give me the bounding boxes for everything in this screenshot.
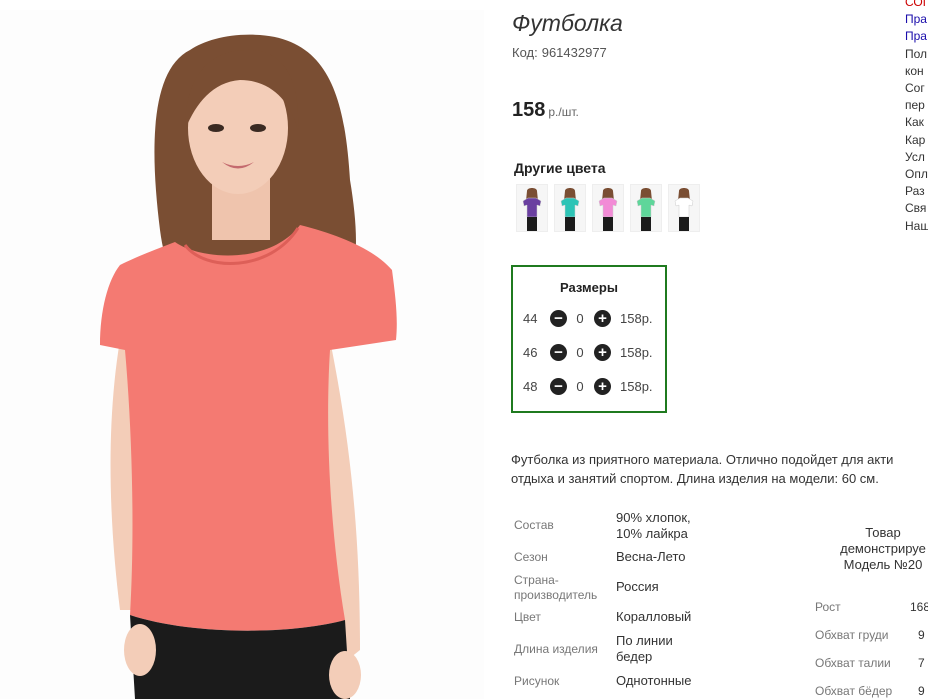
sidebar-link[interactable]: Пра <box>905 11 928 28</box>
size-price: 158р. <box>620 379 653 394</box>
size-price: 158р. <box>620 345 653 360</box>
measurement-value: 9 <box>918 628 925 642</box>
spec-value: Однотонные <box>616 673 692 688</box>
swatch-thumbnail <box>636 188 656 231</box>
size-price: 158р. <box>620 311 653 326</box>
other-colors-heading: Другие цвета <box>514 160 606 176</box>
quantity-input[interactable] <box>573 376 587 396</box>
spec-label: Сезон <box>514 550 548 564</box>
model-note-line: Модель №20 <box>843 557 923 572</box>
sidebar-link[interactable]: Опл <box>905 166 928 183</box>
size-label: 48 <box>523 379 538 394</box>
spec-value-line: 90% хлопок, <box>616 510 691 525</box>
plus-button[interactable]: + <box>594 310 611 327</box>
size-row: 48 − + 158р. <box>513 376 665 398</box>
spec-label: Страна- производитель <box>514 573 597 603</box>
swatch-thumbnail <box>522 188 542 231</box>
spec-value-line: бедер <box>616 649 653 664</box>
measurement-label: Рост <box>815 600 841 614</box>
size-row: 44 − + 158р. <box>513 308 665 330</box>
sizes-panel: Размеры 44 − + 158р. 46 − + 158р. 48 − +… <box>511 265 667 413</box>
size-row: 46 − + 158р. <box>513 342 665 364</box>
measurement-value: 168 <box>910 600 928 614</box>
sidebar-link[interactable]: кон <box>905 63 928 80</box>
color-swatch[interactable] <box>630 184 662 232</box>
spec-value: 90% хлопок, 10% лайкра <box>616 510 691 542</box>
measurement-label: Обхват груди <box>815 628 889 642</box>
swatch-thumbnail <box>674 188 694 231</box>
quantity-input[interactable] <box>573 342 587 362</box>
description-line: Футболка из приятного материала. Отлично… <box>511 452 894 467</box>
sidebar-link[interactable]: Как <box>905 114 928 131</box>
sidebar-link[interactable]: Раз <box>905 183 928 200</box>
product-description: Футболка из приятного материала. Отлично… <box>511 450 893 488</box>
minus-button[interactable]: − <box>550 378 567 395</box>
plus-button[interactable]: + <box>594 344 611 361</box>
sidebar-link[interactable]: Пра <box>905 28 928 45</box>
spec-label: Цвет <box>514 610 541 624</box>
price-unit: р./шт. <box>548 105 579 119</box>
spec-value: Россия <box>616 579 659 594</box>
product-code: Код: 961432977 <box>512 45 607 60</box>
price: 158 р./шт. <box>512 99 579 122</box>
other-colors-list <box>516 184 700 232</box>
spec-value: Весна-Лето <box>616 549 686 564</box>
sidebar-link[interactable]: Кар <box>905 132 928 149</box>
minus-button[interactable]: − <box>550 310 567 327</box>
minus-button[interactable]: − <box>550 344 567 361</box>
spec-value-line: По линии <box>616 633 673 648</box>
spec-label-line: производитель <box>514 588 598 602</box>
spec-value: Коралловый <box>616 609 692 624</box>
sidebar-link[interactable]: Наш <box>905 218 928 235</box>
spec-value-line: 10% лайкра <box>616 526 688 541</box>
measurement-label: Обхват бёдер <box>815 684 893 698</box>
spec-label-line: Страна- <box>514 573 559 587</box>
spec-label: Состав <box>514 518 554 532</box>
sidebar-link[interactable]: СОГ <box>905 0 928 11</box>
product-code-label: Код: <box>512 45 538 60</box>
measurement-value: 7 <box>918 656 925 670</box>
model-note-line: демонстрируе <box>840 541 926 556</box>
price-value: 158 <box>512 99 546 121</box>
color-swatch[interactable] <box>554 184 586 232</box>
spec-label: Длина изделия <box>514 642 598 656</box>
sidebar-menu: СОГ Пра Пра Пол кон Сог пер Как Кар Усл Опл Раз Свя Н… <box>905 0 928 235</box>
size-label: 46 <box>523 345 538 360</box>
sidebar-link[interactable]: Усл <box>905 149 928 166</box>
color-swatch[interactable] <box>668 184 700 232</box>
description-line: отдыха и занятий спортом. Длина изделия … <box>511 471 879 486</box>
product-code-value: 961432977 <box>541 45 607 60</box>
model-note: Товар демонстрируе Модель №20 <box>822 525 928 573</box>
measurement-value: 9 <box>918 684 925 698</box>
swatch-thumbnail <box>598 188 618 231</box>
model-note-line: Товар <box>865 525 901 540</box>
product-title: Футболка <box>512 10 623 36</box>
swatch-thumbnail <box>560 188 580 231</box>
color-swatch[interactable] <box>516 184 548 232</box>
spec-value: По линии бедер <box>616 633 673 665</box>
spec-label: Рисунок <box>514 674 560 688</box>
product-photo[interactable] <box>0 10 484 699</box>
sidebar-link[interactable]: Пол <box>905 46 928 63</box>
measurement-label: Обхват талии <box>815 656 891 670</box>
plus-button[interactable]: + <box>594 378 611 395</box>
size-label: 44 <box>523 311 538 326</box>
color-swatch[interactable] <box>592 184 624 232</box>
quantity-input[interactable] <box>573 308 587 328</box>
sidebar-link[interactable]: Свя <box>905 200 928 217</box>
sidebar-link[interactable]: пер <box>905 97 928 114</box>
sizes-heading: Размеры <box>560 280 618 295</box>
sidebar-link[interactable]: Сог <box>905 80 928 97</box>
